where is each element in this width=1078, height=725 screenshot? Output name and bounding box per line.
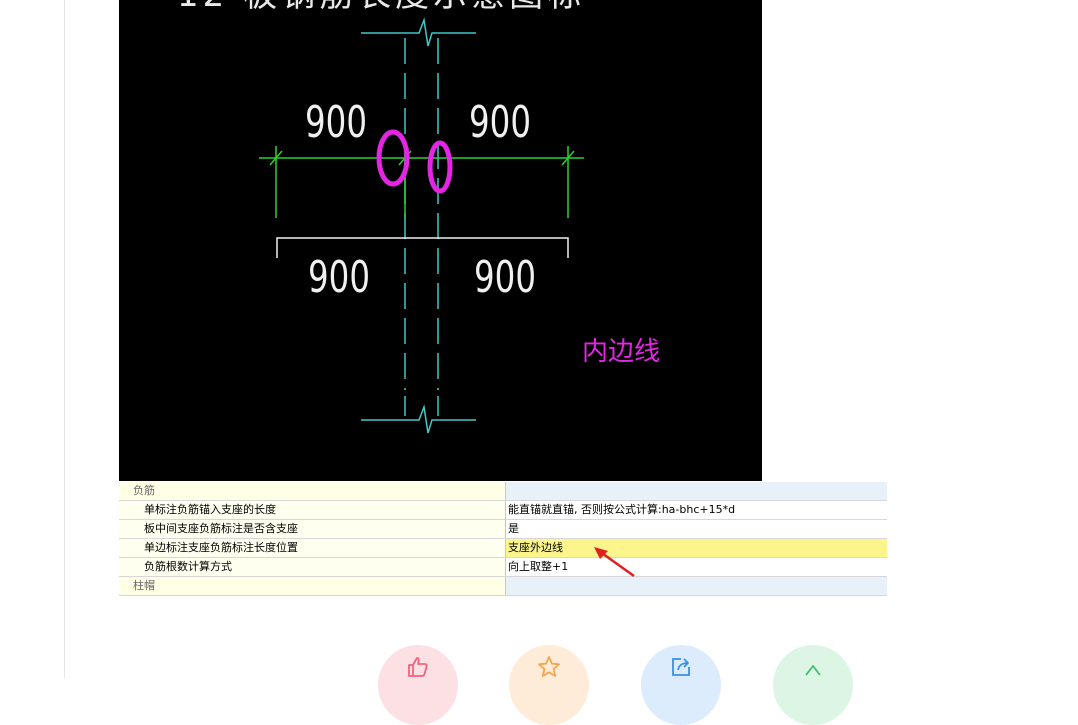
dimension-line (259, 146, 584, 218)
annotation-circle-right (427, 140, 453, 194)
property-category-value (506, 482, 887, 500)
inner-edge-label: 内边线 (582, 337, 660, 367)
property-name: 单边标注支座负筋标注长度位置 (119, 539, 505, 557)
star-icon (538, 656, 560, 677)
property-category-name: 柱帽 (119, 577, 505, 595)
cad-drawing-image: 12 板钢筋长度示意图标 (119, 0, 762, 481)
share-button[interactable] (641, 645, 721, 725)
property-row[interactable]: 负筋根数计算方式 向上取整+1 (119, 558, 887, 577)
property-category-value (506, 577, 887, 595)
bottom-break-line (361, 404, 476, 434)
like-icon (408, 657, 428, 677)
cad-cropped-title: 12 板钢筋长度示意图标 (177, 0, 585, 15)
dim-text-top-left: 900 (305, 97, 367, 148)
red-arrow-icon (594, 547, 635, 578)
dim-text-bottom-right: 900 (474, 252, 536, 303)
property-category-row[interactable]: 负筋 (119, 482, 887, 501)
property-name: 单标注负筋锚入支座的长度 (119, 501, 505, 519)
property-value[interactable]: 是 (506, 520, 887, 538)
back-to-top-button[interactable] (773, 645, 853, 725)
property-row-highlighted[interactable]: 单边标注支座负筋标注长度位置 支座外边线 (119, 539, 887, 558)
like-button[interactable] (378, 645, 458, 725)
cad-drawing-svg: 12 板钢筋长度示意图标 (177, 0, 660, 434)
back-to-top-icon (805, 665, 821, 676)
property-value[interactable]: 支座外边线 (506, 539, 887, 557)
property-name: 板中间支座负筋标注是否含支座 (119, 520, 505, 538)
dim-text-bottom-left: 900 (308, 252, 370, 303)
dim-text-top-right: 900 (469, 97, 531, 148)
property-name: 负筋根数计算方式 (119, 558, 505, 576)
property-grid: 负筋 单标注负筋锚入支座的长度 能直锚就直锚, 否则按公式计算:ha-bhc+1… (119, 482, 887, 598)
content-left-border (64, 0, 65, 678)
top-break-line (361, 17, 476, 47)
property-value[interactable]: 向上取整+1 (506, 558, 887, 576)
favorite-button[interactable] (509, 645, 589, 725)
property-category-name: 负筋 (119, 482, 505, 500)
support-dashed-lines (404, 38, 439, 390)
property-category-row[interactable]: 柱帽 (119, 577, 887, 596)
share-icon (672, 658, 690, 676)
property-row[interactable]: 板中间支座负筋标注是否含支座 是 (119, 520, 887, 539)
property-row[interactable]: 单标注负筋锚入支座的长度 能直锚就直锚, 否则按公式计算:ha-bhc+15*d (119, 501, 887, 520)
property-value[interactable]: 能直锚就直锚, 否则按公式计算:ha-bhc+15*d (506, 501, 887, 519)
